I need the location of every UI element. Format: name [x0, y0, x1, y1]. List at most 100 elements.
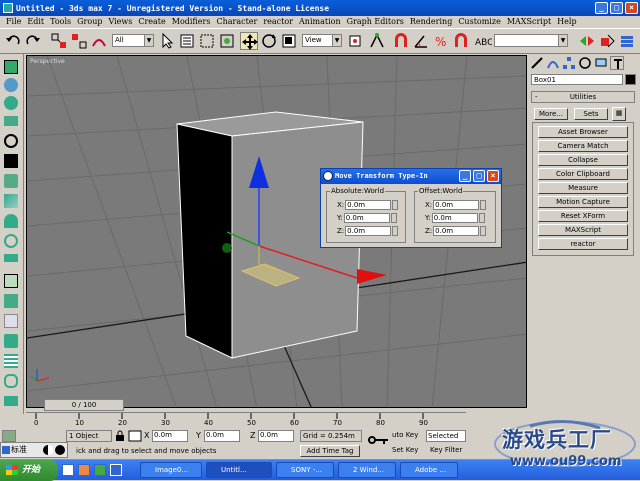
configure-button-sets-icon[interactable]: ▦: [612, 107, 626, 121]
select-and-scale-icon[interactable]: [280, 32, 298, 50]
taskbar-item[interactable]: 2 Wind...: [338, 462, 396, 478]
motion-capture-button[interactable]: Motion Capture: [538, 196, 628, 208]
tube-ring-icon[interactable]: [4, 234, 18, 248]
dialog-title-bar[interactable]: Move Transform Type-In _ □ ×: [321, 169, 501, 184]
off-z-spinner[interactable]: [480, 226, 487, 236]
object-name-field[interactable]: Box01: [531, 74, 623, 85]
named-selection-dropdown[interactable]: ▼: [494, 34, 568, 47]
undo-icon[interactable]: [4, 32, 22, 50]
select-and-move-icon[interactable]: [240, 32, 258, 50]
taskbar-item[interactable]: Adobe ...: [400, 462, 458, 478]
shapes-icon[interactable]: [4, 374, 18, 388]
display-tab-icon[interactable]: [594, 56, 608, 70]
off-x-spinner[interactable]: [480, 200, 487, 210]
reference-coordinate-dropdown[interactable]: View ▼: [302, 34, 342, 47]
helper-icon[interactable]: [4, 334, 18, 348]
key-filters-button[interactable]: Key Filter: [430, 445, 470, 457]
taskbar-item[interactable]: Untitl...: [206, 462, 272, 478]
collapse-button[interactable]: Collapse: [538, 154, 628, 166]
menu-views[interactable]: Views: [105, 16, 135, 28]
abs-y-field[interactable]: 0.0m: [343, 213, 390, 223]
maxscript-listener-icon[interactable]: [2, 430, 16, 442]
unlink-selection-icon[interactable]: [70, 32, 88, 50]
object-color-swatch[interactable]: [625, 74, 636, 85]
sphere-icon[interactable]: [4, 78, 18, 92]
quick-launch-icon[interactable]: [78, 464, 90, 476]
utilities-rollout-header[interactable]: - Utilities: [531, 91, 635, 103]
motion-tab-icon[interactable]: [578, 56, 592, 70]
edit-named-selections-icon[interactable]: ABC: [474, 32, 493, 50]
color-clipboard-button[interactable]: Color Clipboard: [538, 168, 628, 180]
select-object-icon[interactable]: [158, 32, 176, 50]
particles-icon[interactable]: [4, 354, 18, 368]
asset-browser-button[interactable]: Asset Browser: [538, 126, 628, 138]
quick-launch-icon[interactable]: [110, 464, 122, 476]
bind-to-space-warp-icon[interactable]: [90, 32, 108, 50]
menu-rendering[interactable]: Rendering: [407, 16, 455, 28]
off-y-field[interactable]: 0.0m: [431, 213, 478, 223]
tube-icon[interactable]: [4, 174, 18, 188]
cone-icon[interactable]: [4, 214, 18, 228]
track-bar[interactable]: 0 10 20 30 40 50 60 70 80 90: [26, 412, 466, 428]
menu-edit[interactable]: Edit: [24, 16, 47, 28]
mirror-icon[interactable]: [578, 32, 596, 50]
app-icon[interactable]: [3, 3, 13, 13]
modify-tab-icon[interactable]: [546, 56, 560, 70]
dialog-close-button[interactable]: ×: [487, 170, 499, 182]
quick-launch-icon[interactable]: [94, 464, 106, 476]
layer-manager-icon[interactable]: [618, 32, 636, 50]
space-warp-icon[interactable]: [4, 314, 18, 328]
abs-z-field[interactable]: 0.0m: [345, 226, 392, 236]
rectangular-selection-icon[interactable]: [198, 32, 216, 50]
window-crossing-icon[interactable]: [218, 32, 236, 50]
set-key-button[interactable]: Set Key: [392, 445, 424, 457]
off-z-field[interactable]: 0.0m: [433, 226, 480, 236]
reactor-button[interactable]: reactor: [538, 238, 628, 250]
menu-graph-editors[interactable]: Graph Editors: [344, 16, 407, 28]
select-by-name-icon[interactable]: [178, 32, 196, 50]
systems-icon[interactable]: [4, 396, 18, 406]
abs-x-field[interactable]: 0.0m: [345, 200, 392, 210]
plane-icon[interactable]: [4, 254, 18, 262]
align-icon[interactable]: [598, 32, 616, 50]
menu-tools[interactable]: Tools: [47, 16, 74, 28]
pivot-center-icon[interactable]: [346, 32, 364, 50]
utilities-tab-icon[interactable]: [610, 56, 624, 70]
add-time-tag-button[interactable]: Add Time Tag: [300, 445, 360, 457]
y-coordinate-field[interactable]: 0.0m: [204, 430, 240, 442]
angle-snap-icon[interactable]: [412, 32, 430, 50]
abs-y-spinner[interactable]: [390, 213, 397, 223]
select-and-link-icon[interactable]: [50, 32, 68, 50]
punctuation-icon[interactable]: [55, 445, 65, 455]
abs-x-spinner[interactable]: [392, 200, 399, 210]
menu-reactor[interactable]: reactor: [260, 16, 296, 28]
x-coordinate-field[interactable]: 0.0m: [152, 430, 188, 442]
key-mode-selected-field[interactable]: Selected: [426, 430, 466, 442]
ime-toolbar[interactable]: 标准: [0, 442, 68, 458]
key-icon[interactable]: [368, 434, 390, 446]
quick-launch-icon[interactable]: [62, 464, 74, 476]
auto-key-button[interactable]: uto Key: [392, 430, 424, 442]
off-y-spinner[interactable]: [478, 213, 485, 223]
lock-selection-icon[interactable]: [114, 430, 126, 442]
taskbar-item[interactable]: Image0...: [140, 462, 202, 478]
select-and-manipulate-icon[interactable]: [368, 32, 386, 50]
menu-group[interactable]: Group: [74, 16, 105, 28]
torus-icon[interactable]: [4, 134, 18, 148]
teapot-icon[interactable]: [4, 154, 18, 168]
abs-z-spinner[interactable]: [392, 226, 399, 236]
menu-character[interactable]: Character: [213, 16, 260, 28]
camera-match-button[interactable]: Camera Match: [538, 140, 628, 152]
dialog-maximize-button[interactable]: □: [473, 170, 485, 182]
snaps-toggle-icon[interactable]: [392, 32, 410, 50]
selection-filter-dropdown[interactable]: All ▼: [112, 34, 154, 47]
geosphere-icon[interactable]: [4, 96, 18, 110]
maximize-button[interactable]: □: [610, 2, 623, 14]
dialog-minimize-button[interactable]: _: [459, 170, 471, 182]
taskbar-item[interactable]: SONY -...: [276, 462, 334, 478]
menu-customize[interactable]: Customize: [455, 16, 504, 28]
percent-snap-icon[interactable]: %: [432, 32, 450, 50]
pyramid-icon[interactable]: [4, 194, 18, 208]
camera-icon[interactable]: [4, 274, 18, 288]
menu-help[interactable]: Help: [554, 16, 579, 28]
